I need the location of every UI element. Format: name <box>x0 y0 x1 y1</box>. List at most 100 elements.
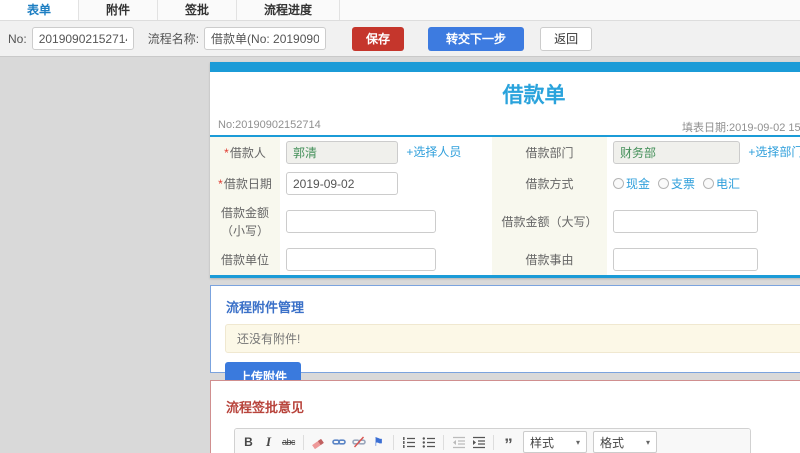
table-row: *借款人 +选择人员 借款部门 +选择部门 <box>210 137 800 168</box>
indent-icon[interactable] <box>470 432 487 452</box>
chevron-down-icon: ▾ <box>575 437 580 447</box>
rich-text-editor: B I abc ⚑ ” 样式 ▾ 格式 ▾ <box>234 428 751 453</box>
save-button[interactable]: 保存 <box>352 26 405 51</box>
department-label: 借款部门 <box>525 145 574 160</box>
italic-icon[interactable]: I <box>260 432 277 452</box>
outdent-icon[interactable] <box>450 432 467 452</box>
loan-form-card: 借款单 No:20190902152714 填表日期:2019-09-02 15… <box>210 62 800 278</box>
attachments-panel-title: 流程附件管理 <box>226 300 305 315</box>
toolbar-separator <box>443 434 444 450</box>
amount-upper-label-cell: 借款金额（大写） <box>492 199 607 244</box>
radio-cash-label: 现金 <box>626 177 651 191</box>
loan-date-label-cell: *借款日期 <box>210 168 280 199</box>
page: 表单 附件 签批 流程进度 No: 流程名称: 保存 转交下一步 返回 借款单 … <box>0 0 800 453</box>
tab-attachment[interactable]: 附件 <box>79 0 159 20</box>
table-row: 借款单位 借款事由 <box>210 244 800 275</box>
main-content: 借款单 No:20190902152714 填表日期:2019-09-02 15… <box>210 62 800 453</box>
method-field-cell: 现金 支票 电汇 <box>607 168 800 199</box>
process-name-label: 流程名称: <box>147 32 200 46</box>
remove-format-icon[interactable] <box>310 432 327 452</box>
back-button[interactable]: 返回 <box>540 26 593 51</box>
loan-date-input[interactable] <box>286 172 398 195</box>
loan-method-radio-group: 现金 支票 电汇 <box>613 175 800 192</box>
attachments-panel: 流程附件管理 还没有附件! 上传附件 <box>210 285 800 391</box>
borrower-input[interactable] <box>286 141 398 164</box>
amount-upper-input[interactable] <box>613 210 758 233</box>
unlink-icon[interactable] <box>350 432 367 452</box>
style-dropdown[interactable]: 样式 ▾ <box>523 431 587 453</box>
loan-date-label: 借款日期 <box>223 176 272 191</box>
format-dropdown-label: 格式 <box>600 435 625 450</box>
radio-cheque[interactable]: 支票 <box>658 175 695 192</box>
amount-lower-field-cell <box>280 199 492 244</box>
ordered-list-icon[interactable] <box>400 432 417 452</box>
select-person-link[interactable]: +选择人员 <box>406 145 461 159</box>
tab-form[interactable]: 表单 <box>0 0 80 20</box>
no-input[interactable] <box>31 27 134 50</box>
tab-bar: 表单 附件 签批 流程进度 <box>0 0 800 21</box>
forward-next-step-button[interactable]: 转交下一步 <box>428 26 525 51</box>
loan-form-table: *借款人 +选择人员 借款部门 +选择部门 <box>210 137 800 275</box>
method-label: 借款方式 <box>525 176 574 191</box>
select-department-link[interactable]: +选择部门 <box>748 145 800 159</box>
chevron-down-icon: ▾ <box>645 437 650 447</box>
strikethrough-icon[interactable]: abc <box>280 432 297 452</box>
radio-icon[interactable] <box>703 178 715 189</box>
radio-icon[interactable] <box>658 178 670 189</box>
required-asterisk: * <box>218 176 223 191</box>
action-toolbar: No: 流程名称: 保存 转交下一步 返回 <box>0 21 800 57</box>
method-label-cell: 借款方式 <box>492 168 607 199</box>
department-input[interactable] <box>613 141 740 164</box>
amount-lower-label: 借款金额（小写） <box>220 205 269 238</box>
unit-label-cell: 借款单位 <box>210 244 280 275</box>
department-label-cell: 借款部门 <box>492 137 607 168</box>
unit-input[interactable] <box>286 248 436 271</box>
approval-panel: 流程签批意见 B I abc ⚑ ” 样式 ▾ 格式 ▾ <box>210 380 800 453</box>
anchor-flag-icon[interactable]: ⚑ <box>370 432 387 452</box>
form-title: 借款单 <box>502 84 566 107</box>
form-no-text: No:20190902152714 <box>218 119 321 131</box>
card-accent-bar <box>210 62 800 72</box>
department-field-cell: +选择部门 <box>607 137 800 168</box>
style-dropdown-label: 样式 <box>530 435 555 450</box>
tab-approval[interactable]: 签批 <box>158 0 238 20</box>
amount-upper-label: 借款金额（大写） <box>501 214 598 229</box>
card-bottom-accent-bar <box>210 275 800 278</box>
no-attachments-alert: 还没有附件! <box>225 324 800 353</box>
unit-label: 借款单位 <box>220 252 269 267</box>
reason-input[interactable] <box>613 248 758 271</box>
table-row: 借款金额（小写） 借款金额（大写） <box>210 199 800 244</box>
radio-cash[interactable]: 现金 <box>613 175 650 192</box>
approval-panel-title: 流程签批意见 <box>226 400 305 415</box>
radio-icon[interactable] <box>613 178 624 189</box>
reason-field-cell <box>607 244 800 275</box>
toolbar-separator <box>303 434 304 450</box>
blockquote-icon[interactable]: ” <box>500 432 517 453</box>
toolbar-separator <box>393 434 394 450</box>
bold-icon[interactable]: B <box>240 432 257 452</box>
form-fill-date-text: 填表日期:2019-09-02 15:27:1 <box>682 122 800 134</box>
toolbar-separator <box>493 434 494 450</box>
process-name-input[interactable] <box>204 27 327 50</box>
reason-label-cell: 借款事由 <box>492 244 607 275</box>
amount-upper-field-cell <box>607 199 800 244</box>
tab-process-progress[interactable]: 流程进度 <box>237 0 341 20</box>
format-dropdown[interactable]: 格式 ▾ <box>593 431 657 453</box>
no-label: No: <box>8 31 27 46</box>
loan-date-field-cell <box>280 168 492 199</box>
editor-toolbar: B I abc ⚑ ” 样式 ▾ 格式 ▾ <box>235 429 750 453</box>
required-asterisk: * <box>224 145 229 160</box>
unit-field-cell <box>280 244 492 275</box>
borrower-field-cell: +选择人员 <box>280 137 492 168</box>
borrower-label: 借款人 <box>229 145 266 160</box>
bullet-list-icon[interactable] <box>420 432 437 452</box>
radio-cheque-label: 支票 <box>671 177 696 191</box>
radio-wire[interactable]: 电汇 <box>703 175 740 192</box>
radio-wire-label: 电汇 <box>716 177 741 191</box>
amount-lower-label-cell: 借款金额（小写） <box>210 199 280 244</box>
table-row: *借款日期 借款方式 现金 <box>210 168 800 199</box>
reason-label: 借款事由 <box>525 252 574 267</box>
borrower-label-cell: *借款人 <box>210 137 280 168</box>
link-icon[interactable] <box>330 432 347 452</box>
amount-lower-input[interactable] <box>286 210 436 233</box>
